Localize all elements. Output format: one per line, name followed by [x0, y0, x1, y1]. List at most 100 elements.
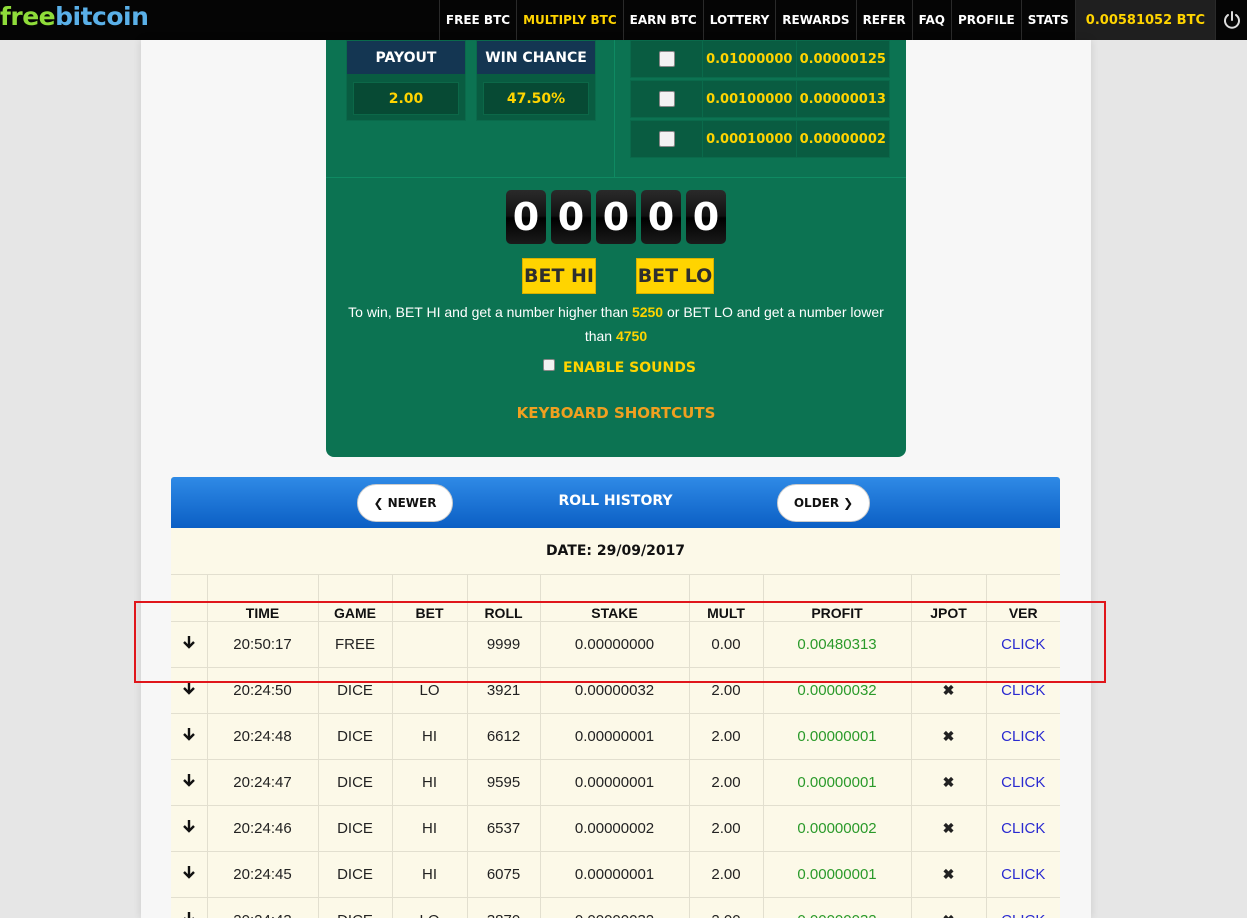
row-stake: 0.00000002 — [539, 805, 689, 852]
table-row: 20:50:17 FREE 9999 0.00000000 0.00 0.00480313… — [171, 621, 1060, 668]
col-header-bet: BET — [391, 575, 467, 622]
bet-checkbox[interactable] — [658, 91, 675, 107]
row-time: 20:24:48 — [206, 713, 318, 760]
arrow-down-icon[interactable] — [171, 713, 207, 760]
chevron-right-icon: ❯ — [843, 496, 854, 510]
col-header-stake: STAKE — [539, 575, 689, 622]
table-row: 20:24:50 DICE LO 3921 0.00000032 2.00 0.000000… — [171, 667, 1060, 714]
row-game: DICE — [317, 713, 392, 760]
row-bet — [391, 621, 467, 668]
bet-amount: 0.01000000 — [703, 41, 797, 77]
win-chance-box: WIN CHANCE 47.50% — [476, 40, 596, 121]
arrow-down-icon[interactable] — [171, 897, 207, 918]
freebitcoin-logo[interactable]: freebitcoin — [0, 2, 149, 31]
enable-sounds-checkbox[interactable] — [543, 359, 555, 371]
row-profit: 0.00000001 — [762, 851, 911, 898]
bet-amount-row: 0.00100000 0.00000013 — [630, 80, 890, 118]
older-button[interactable]: OLDER ❯ — [777, 484, 870, 522]
roll-digit: 0 — [686, 190, 726, 244]
arrow-down-icon[interactable] — [171, 851, 207, 898]
bet-amount-row: 0.00010000 0.00000002 — [630, 120, 890, 158]
nav-rewards[interactable]: REWARDS — [775, 0, 855, 40]
arrow-down-icon[interactable] — [182, 773, 196, 787]
row-time: 20:24:47 — [206, 759, 318, 806]
roll-digit: 0 — [641, 190, 681, 244]
arrow-down-icon[interactable] — [182, 865, 196, 879]
row-roll: 6612 — [466, 713, 540, 760]
row-game: DICE — [317, 897, 392, 918]
verify-link[interactable]: CLICK — [985, 759, 1060, 806]
win-chance-label: WIN CHANCE — [477, 41, 595, 74]
row-mult: 2.00 — [688, 667, 763, 714]
bet-checkbox[interactable] — [658, 51, 675, 67]
col-header-profit: PROFIT — [762, 575, 911, 622]
verify-link[interactable]: CLICK — [985, 713, 1060, 760]
arrow-down-icon[interactable] — [182, 819, 196, 833]
bet-reward: 0.00000013 — [799, 91, 886, 107]
balance-display: 0.00581052 BTC — [1074, 0, 1215, 40]
row-jackpot: ✖ — [910, 805, 986, 852]
arrow-down-icon[interactable] — [171, 621, 207, 668]
row-mult: 0.00 — [688, 621, 763, 668]
table-header-row: TIME GAME BET ROLL STAKE MULT PROFIT JPO… — [171, 575, 1060, 622]
row-game: DICE — [317, 667, 392, 714]
verify-link[interactable]: CLICK — [985, 897, 1060, 918]
table-row: 20:24:47 DICE HI 9595 0.00000001 2.00 0.000000… — [171, 759, 1060, 806]
main-nav: FREE BTC MULTIPLY BTC EARN BTC LOTTERY R… — [438, 0, 1247, 40]
enable-sounds-toggle[interactable]: ENABLE SOUNDS — [543, 359, 696, 376]
arrow-down-icon[interactable] — [182, 911, 196, 918]
arrow-down-icon[interactable] — [182, 635, 196, 649]
roll-history-panel: ROLL HISTORY ❮ NEWER OLDER ❯ DATE: 29/09… — [171, 477, 1060, 918]
table-row: 20:24:48 DICE HI 6612 0.00000001 2.00 0.000000… — [171, 713, 1060, 760]
row-profit: 0.00000002 — [762, 805, 911, 852]
nav-refer[interactable]: REFER — [855, 0, 912, 40]
nav-stats[interactable]: STATS — [1020, 0, 1075, 40]
bet-checkbox-cell — [631, 41, 703, 77]
nav-multiply-btc[interactable]: MULTIPLY BTC — [516, 0, 623, 40]
nav-profile[interactable]: PROFILE — [950, 0, 1021, 40]
verify-link[interactable]: CLICK — [985, 805, 1060, 852]
row-mult: 2.00 — [688, 851, 763, 898]
row-time: 20:24:45 — [206, 851, 318, 898]
nav-earn-btc[interactable]: EARN BTC — [622, 0, 703, 40]
nav-lottery[interactable]: LOTTERY — [702, 0, 776, 40]
arrow-down-icon[interactable] — [171, 759, 207, 806]
row-roll: 6537 — [466, 805, 540, 852]
verify-link[interactable]: CLICK — [985, 851, 1060, 898]
nav-free-btc[interactable]: FREE BTC — [438, 0, 516, 40]
row-bet: HI — [391, 805, 467, 852]
bet-reward: 0.00000125 — [799, 51, 886, 67]
bet-checkbox[interactable] — [658, 131, 675, 147]
row-jackpot: ✖ — [910, 851, 986, 898]
row-stake: 0.00000001 — [539, 851, 689, 898]
verify-link[interactable]: CLICK — [985, 667, 1060, 714]
row-jackpot: ✖ — [910, 713, 986, 760]
power-icon[interactable] — [1215, 0, 1247, 40]
row-bet: HI — [391, 759, 467, 806]
row-stake: 0.00000000 — [539, 621, 689, 668]
enable-sounds-label[interactable]: ENABLE SOUNDS — [563, 360, 696, 376]
col-header-roll: ROLL — [466, 575, 540, 622]
newer-label: NEWER — [387, 496, 437, 510]
bet-checkbox-cell — [631, 121, 703, 157]
row-game: FREE — [317, 621, 392, 668]
nav-faq[interactable]: FAQ — [911, 0, 951, 40]
bet-lo-button[interactable]: BET LO — [636, 258, 714, 294]
row-profit: 0.00000032 — [762, 667, 911, 714]
col-header-time: TIME — [206, 575, 318, 622]
table-row: 20:24:46 DICE HI 6537 0.00000002 2.00 0.000000… — [171, 805, 1060, 852]
row-time: 20:24:50 — [206, 667, 318, 714]
arrow-down-icon[interactable] — [182, 727, 196, 741]
arrow-down-icon[interactable] — [182, 681, 196, 695]
row-profit: 0.00480313 — [762, 621, 911, 668]
newer-button[interactable]: ❮ NEWER — [357, 484, 453, 522]
verify-link[interactable]: CLICK — [985, 621, 1060, 668]
roll-digit: 0 — [506, 190, 546, 244]
arrow-down-icon[interactable] — [171, 805, 207, 852]
row-mult: 2.00 — [688, 713, 763, 760]
bet-hi-button[interactable]: BET HI — [522, 258, 596, 294]
payout-value[interactable]: 2.00 — [353, 82, 459, 115]
keyboard-shortcuts-link[interactable]: KEYBOARD SHORTCUTS — [326, 404, 906, 422]
arrow-down-icon[interactable] — [171, 667, 207, 714]
win-chance-value[interactable]: 47.50% — [483, 82, 589, 115]
